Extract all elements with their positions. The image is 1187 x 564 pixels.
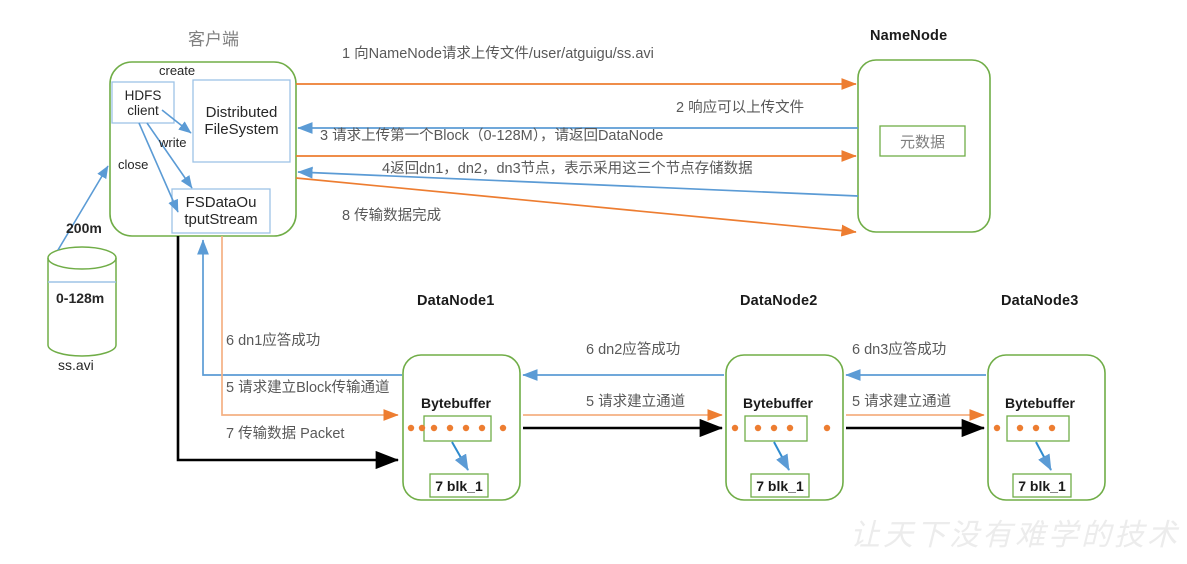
flow-5-dn2-label: 5 请求建立通道 (586, 394, 686, 410)
datanode1-blk-label: 7 blk_1 (435, 477, 483, 494)
flow-1-label: 1 向NameNode请求上传文件/user/atguigu/ss.avi (342, 46, 654, 62)
datanode1-buffer-to-blk-arrow (451, 441, 469, 471)
file-name-label: ss.avi (58, 357, 94, 373)
diagram-graphics (47, 59, 1106, 501)
file-to-client-arrow (57, 165, 109, 251)
flow-7-packet-label: 7 传输数据 Packet (226, 426, 345, 442)
edge-write-label: write (159, 135, 187, 150)
flow-6-dn2-label: 6 dn2应答成功 (586, 342, 681, 358)
flow-3-label: 3 请求上传第一个Block（0-128M），请返回DataNode (320, 128, 664, 144)
flow-5-dn1-label: 5 请求建立Block传输通道 (226, 380, 390, 396)
file-block-label: 0-128m (56, 290, 105, 306)
datanode1-bytebuffer-label: Bytebuffer (421, 395, 492, 411)
datanode3-buffer-to-blk-arrow (1035, 441, 1052, 471)
datanode3-blk-label: 7 blk_1 (1018, 477, 1066, 494)
watermark: 让天下没有难学的技术 (850, 518, 1180, 553)
datanode1-title: DataNode1 (417, 293, 495, 309)
file-cylinder-body (47, 258, 117, 357)
distributed-filesystem-label: Distributed FileSystem (204, 104, 279, 138)
flow-5-dn3-label: 5 请求建立通道 (852, 394, 952, 410)
flow-6-dn1-label: 6 dn1应答成功 (226, 333, 321, 349)
flow-8-label: 8 传输数据完成 (342, 208, 442, 224)
datanode2-title: DataNode2 (740, 293, 818, 309)
file-cylinder-top (47, 246, 117, 270)
flow-4-label: 4返回dn1，dn2，dn3节点，表示采用这三个节点存储数据 (382, 161, 753, 177)
hdfs-client-label: HDFS client (124, 87, 162, 118)
flow-6-dn1-ack-path (197, 239, 402, 376)
datanode2-blk-label: 7 blk_1 (756, 477, 804, 494)
file-size-label: 200m (66, 220, 102, 236)
datanode3-bytebuffer-label: Bytebuffer (1005, 395, 1076, 411)
metadata-label: 元数据 (899, 133, 945, 151)
flow-6-dn3-label: 6 dn3应答成功 (852, 342, 947, 358)
datanode2-bytebuffer-label: Bytebuffer (743, 395, 814, 411)
flow-2-label: 2 响应可以上传文件 (676, 100, 805, 116)
namenode-title: NameNode (870, 28, 948, 44)
datanode3-title: DataNode3 (1001, 293, 1079, 309)
edge-create-label: create (159, 63, 196, 78)
fsdata-outputstream-label: FSDataOu tputStream (184, 194, 258, 228)
diagram-canvas: 客户端 HDFS client Distributed FileSystem F… (0, 0, 1187, 564)
datanode2-buffer-to-blk-arrow (773, 441, 790, 471)
client-title: 客户端 (188, 30, 239, 49)
edge-close-label: close (118, 157, 149, 172)
